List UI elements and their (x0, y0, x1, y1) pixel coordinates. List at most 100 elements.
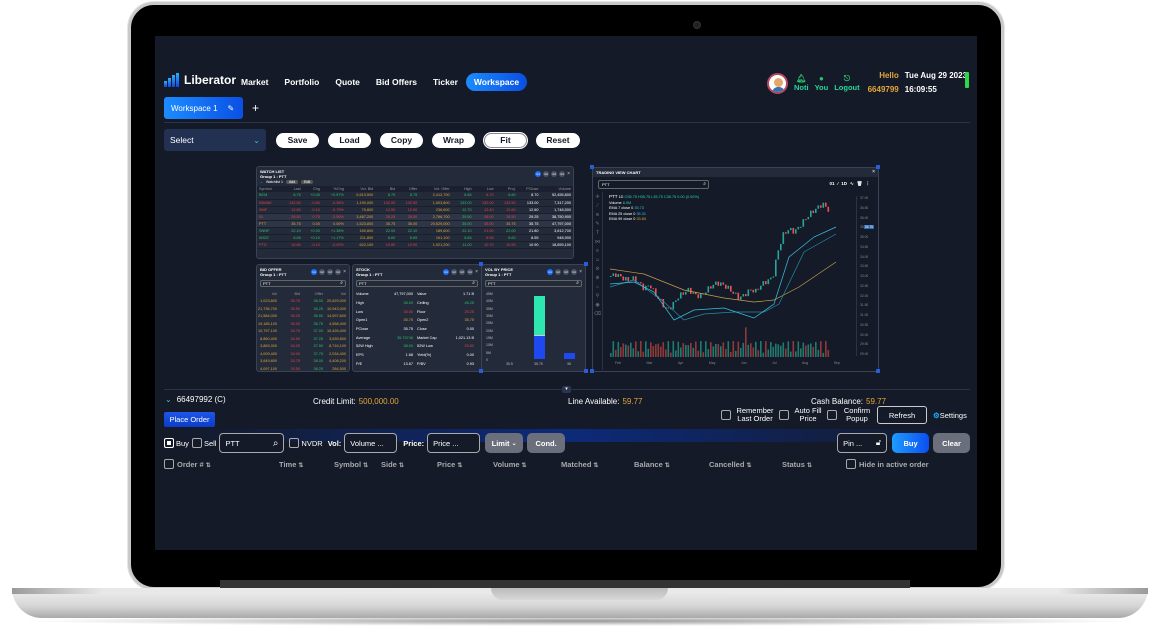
group-3-button[interactable]: G3 (551, 171, 558, 177)
zoom-icon[interactable]: ⊕ (595, 275, 599, 281)
table-row[interactable]: BEM 8.75 +0.05 +0.57% 6,513,500 8.70 8.75 2,412… (257, 192, 573, 200)
table-row[interactable]: SMF 12.50 -0.10 -0.79% 79,800 12.50 12.60 236,6… (257, 206, 573, 214)
group-3-button[interactable]: G3 (563, 269, 570, 275)
group-4-button[interactable]: G4 (571, 269, 578, 275)
group-2-button[interactable]: G2 (543, 171, 550, 177)
text-icon[interactable]: T (596, 230, 599, 236)
logo[interactable]: Liberator (164, 73, 236, 87)
resolution-button[interactable]: 1D (841, 181, 847, 187)
bid-offer-row[interactable]: 1,023,800 35.75 36.00 20,629,000 (257, 298, 349, 306)
crosshair-icon[interactable]: ✛ (595, 194, 599, 200)
volume-input[interactable]: Volume ... (344, 433, 398, 453)
nav-market[interactable]: Market (233, 73, 276, 91)
nav-bid-offers[interactable]: Bid Offers (368, 73, 425, 91)
confirm-checkbox[interactable] (827, 410, 837, 420)
notification-button[interactable]: 🔔︎ Noti (794, 74, 809, 92)
group-2-button[interactable]: G2 (319, 269, 326, 275)
chevron-down-icon[interactable]: ⌄ (260, 180, 263, 184)
draw-line-icon[interactable]: ⁄ (837, 181, 838, 187)
col-price[interactable]: Price ⇅ (437, 460, 493, 469)
add-button[interactable]: Add (285, 180, 299, 184)
candlestick-chart[interactable] (604, 192, 854, 362)
ruler-icon[interactable]: ⊘ (595, 266, 599, 272)
bid-offer-row[interactable]: 8,860,400 34.50 37.25 3,639,800 (257, 335, 349, 343)
col-time[interactable]: Time ⇅ (279, 460, 334, 469)
submit-buy-button[interactable]: Buy (892, 433, 930, 453)
brush-icon[interactable]: ✎ (595, 221, 599, 227)
indicator-icon[interactable]: ∿ (850, 181, 854, 187)
nav-quote[interactable]: Quote (327, 73, 368, 91)
group-4-button[interactable]: G4 (335, 269, 342, 275)
layout-select[interactable]: Select ⌄ (164, 129, 266, 151)
pin-input[interactable]: Pin ... 🔓︎ (837, 433, 888, 453)
pattern-icon[interactable]: ⋈ (595, 239, 600, 245)
group-3-button[interactable]: G3 (459, 269, 466, 275)
clear-button[interactable]: Clear (933, 433, 971, 453)
bid-offer-row[interactable]: 10,797,100 34.75 37.00 10,426,400 (257, 328, 349, 336)
group-2-button[interactable]: G2 (555, 269, 562, 275)
limit-dropdown[interactable]: Limit ⌄ (485, 433, 524, 453)
select-all-checkbox[interactable] (164, 459, 174, 469)
close-icon[interactable]: × (475, 269, 478, 275)
bid-offer-row[interactable]: 3,863,300 34.25 37.50 8,716,100 (257, 343, 349, 351)
close-icon[interactable]: × (343, 269, 346, 275)
symbol-search-input[interactable]: PTT (260, 280, 346, 287)
table-row[interactable]: PTG 10.80 -0.10 -0.92% 622,100 10.80 10.90 1,92… (257, 241, 573, 250)
autofill-checkbox[interactable] (779, 410, 789, 420)
close-icon[interactable]: × (872, 169, 875, 175)
load-button[interactable]: Load (328, 132, 371, 148)
eye-icon[interactable]: ◉ (595, 302, 599, 308)
watchlist-name[interactable]: Watchlist 1 (266, 180, 283, 184)
logout-button[interactable]: ⎋ Logout (834, 74, 859, 92)
resize-handle[interactable] (479, 369, 483, 373)
avatar[interactable] (767, 72, 788, 94)
resize-handle[interactable] (479, 262, 483, 266)
group-2-button[interactable]: G2 (451, 269, 458, 275)
nvdr-checkbox[interactable] (289, 438, 300, 448)
col-symbol[interactable]: Symbol ⇅ (334, 460, 381, 469)
col-volume[interactable]: Volume ⇅ (493, 460, 561, 469)
table-row[interactable]: PTT 35.75 0.00 0.00% 1,523,800 35.75 36.00 20,6… (257, 220, 573, 228)
group-1-button[interactable]: G1 (547, 269, 554, 275)
group-1-button[interactable]: G1 (535, 171, 542, 177)
collapse-panel-button[interactable]: ▾ (562, 386, 571, 393)
col-status[interactable]: Status ⇅ (782, 460, 846, 469)
bid-offer-row[interactable]: 21,584,000 35.25 36.50 14,597,600 (257, 313, 349, 321)
save-button[interactable]: Save (276, 132, 319, 148)
resize-handle[interactable] (876, 369, 880, 373)
add-workspace-button[interactable]: + (252, 101, 259, 115)
interval-button[interactable]: 01 (829, 181, 834, 187)
trash-icon[interactable]: ⌫ (594, 311, 601, 317)
group-1-button[interactable]: G1 (311, 269, 318, 275)
nav-ticker[interactable]: Ticker (425, 73, 466, 91)
col-balance[interactable]: Balance ⇅ (634, 460, 709, 469)
wrap-button[interactable]: Wrap (432, 132, 475, 148)
measure-icon[interactable]: ≡ (596, 248, 599, 254)
col-order-no[interactable]: Order # ⇅ (177, 460, 279, 469)
chart-symbol-search[interactable]: PTT ⌕ (598, 180, 709, 189)
symbol-input[interactable]: PTT ⌕ (219, 433, 285, 453)
group-1-button[interactable]: G1 (443, 269, 450, 275)
bid-offer-row[interactable]: 19,185,100 35.00 36.75 4,558,400 (257, 320, 349, 328)
hide-inactive-checkbox[interactable] (846, 459, 856, 469)
nav-portfolio[interactable]: Portfolio (276, 73, 327, 91)
magnet-icon[interactable]: ⌂ (596, 284, 599, 290)
trash-icon[interactable]: 🗑︎ (857, 181, 863, 187)
profile-button[interactable]: ● You (815, 74, 829, 92)
edit-button[interactable]: Edit (301, 180, 314, 184)
group-3-button[interactable]: G3 (327, 269, 334, 275)
bid-offer-row[interactable]: 3,649,800 33.75 38.00 4,408,200 (257, 358, 349, 366)
emoji-icon[interactable]: ☺ (595, 257, 600, 263)
resize-handle[interactable] (590, 369, 594, 373)
lock-icon[interactable]: ⚲ (596, 293, 600, 299)
table-row[interactable]: SNNP 22.10 +0.30 +1.38% 169,800 22.00 22.10 189… (257, 227, 573, 236)
unlock-icon[interactable]: 🔓︎ (876, 438, 881, 448)
trendline-icon[interactable]: ⁄ (597, 203, 598, 209)
workspace-tab[interactable]: Workspace 1 ✎ (164, 97, 243, 119)
group-4-button[interactable]: G4 (559, 171, 566, 177)
group-4-button[interactable]: G4 (467, 269, 474, 275)
more-icon[interactable]: ⋮ (866, 181, 871, 187)
table-row[interactable]: KBANK 132.50 -0.50 -0.38% 1,190,000 132.00 132… (257, 199, 573, 207)
symbol-search-input[interactable]: PTT (356, 280, 478, 287)
account-selector[interactable]: ⌄ 66497992 (C) (165, 395, 226, 404)
